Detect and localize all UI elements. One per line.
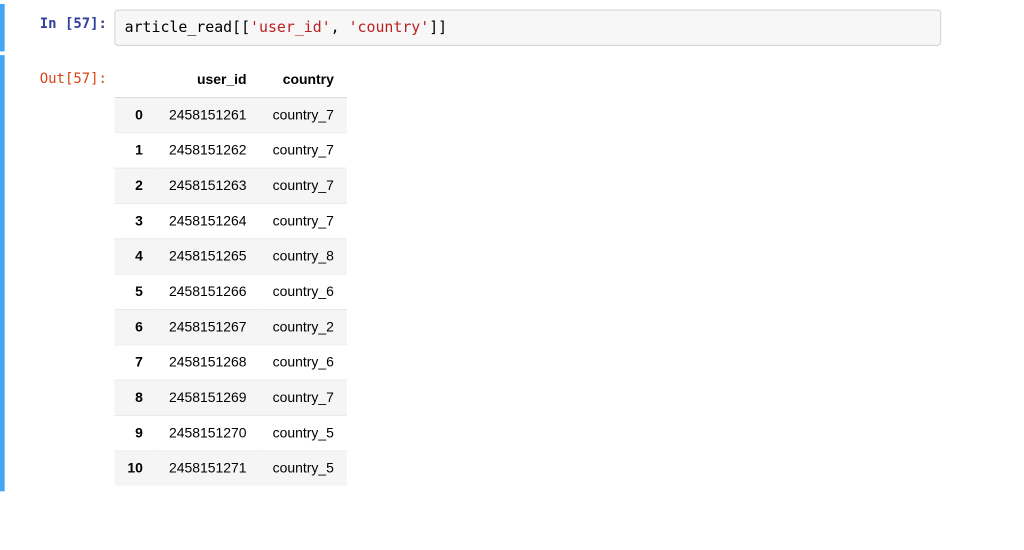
table-row: 3 2458151264 country_7 [114,203,347,238]
table-header-row: user_id country [114,62,347,97]
notebook-cell-output: Out[57]: user_id country 0 2458151261 co… [0,55,952,491]
cell-country: country_5 [260,415,347,450]
cell-user-id: 2458151264 [156,203,260,238]
column-header-country: country [260,62,347,97]
cell-user-id: 2458151270 [156,415,260,450]
code-col2: 'country' [349,18,430,36]
table-row: 5 2458151266 country_6 [114,274,347,309]
code-col1: 'user_id' [250,18,331,36]
cell-user-id: 2458151268 [156,345,260,380]
index-header [114,62,156,97]
index-cell: 4 [114,239,156,274]
table-row: 8 2458151269 country_7 [114,380,347,415]
output-prompt: Out[57]: [5,61,115,88]
cell-user-id: 2458151266 [156,274,260,309]
cell-user-id: 2458151269 [156,380,260,415]
cell-user-id: 2458151262 [156,133,260,168]
index-cell: 8 [114,380,156,415]
dataframe-table: user_id country 0 2458151261 country_7 1… [114,62,347,485]
table-row: 0 2458151261 country_7 [114,97,347,132]
index-cell: 5 [114,274,156,309]
index-cell: 9 [114,415,156,450]
cell-country: country_8 [260,239,347,274]
table-row: 7 2458151268 country_6 [114,345,347,380]
index-cell: 0 [114,97,156,132]
index-cell: 3 [114,203,156,238]
cell-country: country_7 [260,133,347,168]
input-prompt: In [57]: [5,10,115,34]
input-content: article_read[['user_id', 'country']] [114,10,952,46]
cell-country: country_6 [260,345,347,380]
cell-user-id: 2458151263 [156,168,260,203]
cell-country: country_6 [260,274,347,309]
output-content: user_id country 0 2458151261 country_7 1… [114,61,952,486]
index-cell: 2 [114,168,156,203]
cell-country: country_7 [260,97,347,132]
cell-user-id: 2458151267 [156,309,260,344]
table-row: 1 2458151262 country_7 [114,133,347,168]
cell-user-id: 2458151265 [156,239,260,274]
table-row: 4 2458151265 country_8 [114,239,347,274]
cell-country: country_7 [260,380,347,415]
table-row: 10 2458151271 country_5 [114,451,347,486]
index-cell: 7 [114,345,156,380]
code-var: article_read [125,18,233,36]
table-row: 2 2458151263 country_7 [114,168,347,203]
code-input[interactable]: article_read[['user_id', 'country']] [114,10,941,46]
output-prompt-label: Out[57]: [40,70,107,87]
notebook-cell-input: In [57]: article_read[['user_id', 'count… [0,4,952,51]
cell-user-id: 2458151271 [156,451,260,486]
index-cell: 10 [114,451,156,486]
index-cell: 6 [114,309,156,344]
cell-country: country_7 [260,168,347,203]
column-header-user-id: user_id [156,62,260,97]
index-cell: 1 [114,133,156,168]
cell-country: country_7 [260,203,347,238]
cell-country: country_5 [260,451,347,486]
input-prompt-label: In [57]: [40,15,107,32]
cell-country: country_2 [260,309,347,344]
cell-user-id: 2458151261 [156,97,260,132]
table-row: 6 2458151267 country_2 [114,309,347,344]
table-row: 9 2458151270 country_5 [114,415,347,450]
